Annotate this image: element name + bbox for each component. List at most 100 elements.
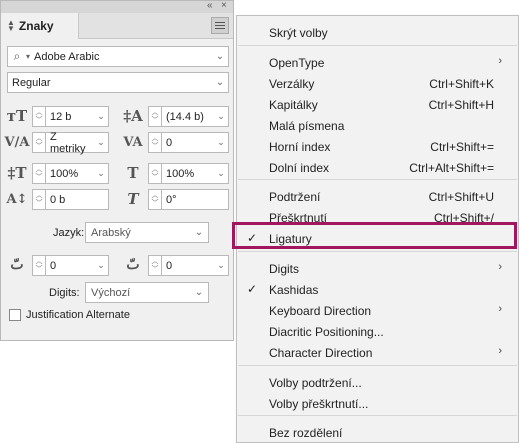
- menu-item-label: Digits: [269, 262, 300, 276]
- menu-item-kapitalky[interactable]: Kapitálky Ctrl+Shift+H: [237, 94, 518, 115]
- menu-item-kashidas[interactable]: ✓ Kashidas: [237, 279, 518, 300]
- chevron-down-icon[interactable]: ⌄: [94, 260, 108, 271]
- menu-item-digits[interactable]: Digits ›: [237, 258, 518, 279]
- chevron-down-icon[interactable]: ⌄: [214, 260, 228, 271]
- checkmark-icon: ✓: [247, 282, 258, 296]
- menu-item-shortcut: Ctrl+Shift+H: [428, 98, 494, 112]
- search-icon: ⌕: [13, 49, 21, 63]
- font-family-value: Adobe Arabic: [34, 50, 100, 63]
- menu-item-podtrzeni[interactable]: Podtržení Ctrl+Shift+U: [237, 186, 518, 207]
- panel-menu-button[interactable]: [211, 17, 229, 34]
- menu-separator: [238, 415, 517, 416]
- chevron-down-icon: ⌄: [194, 287, 204, 298]
- menu-item-label: Diacritic Positioning...: [269, 325, 384, 339]
- chevron-right-icon: ›: [498, 55, 502, 67]
- font-family-field[interactable]: ⌕ ▾ Adobe Arabic ⌄: [7, 46, 229, 67]
- menu-item-bez-rozdeleni[interactable]: Bez rozdělení: [237, 422, 518, 443]
- menu-item-skryt-volby[interactable]: Skrýt volby: [237, 22, 518, 43]
- font-size-stepper[interactable]: ︿ ﹀: [32, 106, 45, 127]
- panel-title: Znaky: [18, 19, 54, 33]
- chevron-down-icon[interactable]: ⌄: [94, 168, 108, 179]
- diacritic-x-value: 0: [50, 259, 57, 272]
- menu-item-label: Verzálky: [269, 77, 315, 91]
- menu-item-label: Kashidas: [269, 283, 319, 297]
- diacritic-y-stepper[interactable]: ︿ ﹀: [148, 255, 161, 276]
- tracking-field[interactable]: 0 ⌄: [161, 132, 229, 153]
- digits-label: Digits:: [49, 287, 80, 299]
- menu-item-label: Dolní index: [269, 161, 330, 175]
- horizontal-scale-stepper[interactable]: ︿ ﹀: [148, 163, 161, 184]
- menu-item-label: Kapitálky: [269, 98, 318, 112]
- menu-item-diacritic-positioning[interactable]: Diacritic Positioning...: [237, 321, 518, 342]
- horizontal-scale-icon: T: [127, 164, 139, 182]
- chevron-down-icon[interactable]: ⌄: [94, 137, 108, 148]
- menu-item-label: Bez rozdělení: [269, 426, 343, 440]
- digits-dropdown[interactable]: Výchozí ⌄: [85, 282, 209, 303]
- chevron-down-icon[interactable]: ⌄: [212, 77, 228, 88]
- menu-item-label: Keyboard Direction: [269, 304, 372, 318]
- baseline-shift-stepper[interactable]: ︿ ﹀: [32, 189, 45, 210]
- diacritic-x-stepper[interactable]: ︿ ﹀: [32, 255, 45, 276]
- font-style-field[interactable]: Regular ⌄: [7, 72, 229, 93]
- panel-header: ▲ ▼ Znaky: [1, 13, 233, 39]
- tracking-stepper[interactable]: ︿ ﹀: [148, 132, 161, 153]
- skew-icon: T: [127, 190, 139, 208]
- menu-item-label: Horní index: [269, 140, 331, 154]
- skew-stepper[interactable]: ︿ ﹀: [148, 189, 161, 210]
- vertical-scale-icon: ‡T: [7, 164, 27, 182]
- menu-item-mala-pismena[interactable]: Malá písmena: [237, 115, 518, 136]
- menu-item-dolni-index[interactable]: Dolní index Ctrl+Alt+Shift+=: [237, 157, 518, 178]
- menu-separator: [238, 179, 517, 180]
- diacritic-y-field[interactable]: 0 ⌄: [161, 255, 229, 276]
- chevron-down-icon[interactable]: ⌄: [214, 168, 228, 179]
- kerning-value: Z metriky: [50, 130, 86, 155]
- kerning-stepper[interactable]: ︿ ﹀: [32, 132, 45, 153]
- menu-separator: [238, 45, 517, 46]
- menu-item-character-direction[interactable]: Character Direction ›: [237, 342, 518, 363]
- kerning-icon: V/A: [4, 134, 30, 150]
- collapse-icon[interactable]: «: [207, 0, 213, 12]
- baseline-shift-field[interactable]: 0 b: [45, 189, 109, 210]
- horizontal-scale-field[interactable]: 100% ⌄: [161, 163, 229, 184]
- menu-item-volby-podtrzeni[interactable]: Volby podtržení...: [237, 372, 518, 393]
- kerning-field[interactable]: Z metriky ⌄: [45, 130, 109, 155]
- menu-item-horni-index[interactable]: Horní index Ctrl+Shift+=: [237, 136, 518, 157]
- tracking-icon: VA: [123, 134, 143, 150]
- vertical-scale-field[interactable]: 100% ⌄: [45, 163, 109, 184]
- chevron-right-icon: ›: [498, 303, 502, 315]
- leading-icon: ‡A: [123, 107, 143, 125]
- justification-alternate-label: Justification Alternate: [26, 309, 130, 321]
- skew-field[interactable]: 0°: [161, 189, 229, 210]
- language-value: Arabský: [91, 226, 131, 239]
- ligatures-highlight: [232, 222, 517, 249]
- font-size-field[interactable]: 12 b ⌄: [45, 106, 109, 127]
- tab-znaky[interactable]: ▲ ▼ Znaky: [1, 13, 79, 39]
- chevron-down-icon[interactable]: ⌄: [94, 111, 108, 122]
- language-dropdown[interactable]: Arabský ⌄: [85, 222, 209, 243]
- panel-title-bar[interactable]: « ×: [1, 0, 233, 13]
- horizontal-scale-value: 100%: [166, 167, 195, 180]
- chevron-down-icon[interactable]: ⌄: [214, 111, 228, 122]
- menu-item-verzalky[interactable]: Verzálky Ctrl+Shift+K: [237, 73, 518, 94]
- menu-item-label: Character Direction: [269, 346, 373, 360]
- chevron-down-icon[interactable]: ⌄: [212, 51, 228, 62]
- menu-item-label: Malá písmena: [269, 119, 345, 133]
- menu-item-shortcut: Ctrl+Shift+K: [429, 77, 494, 91]
- tracking-value: 0: [166, 136, 173, 149]
- menu-separator: [238, 365, 517, 366]
- diacritic-x-icon: ٮّ: [10, 257, 24, 273]
- menu-item-volby-preskrtnuti[interactable]: Volby přeškrtnutí...: [237, 393, 518, 414]
- menu-item-keyboard-direction[interactable]: Keyboard Direction ›: [237, 300, 518, 321]
- vertical-scale-value: 100%: [50, 167, 79, 180]
- vertical-scale-stepper[interactable]: ︿ ﹀: [32, 163, 45, 184]
- leading-stepper[interactable]: ︿ ﹀: [148, 106, 161, 127]
- justification-alternate-checkbox[interactable]: [9, 309, 21, 321]
- baseline-shift-icon: A↕: [6, 191, 28, 207]
- baseline-shift-value: 0 b: [50, 193, 66, 206]
- chevron-down-icon[interactable]: ⌄: [214, 137, 228, 148]
- close-icon[interactable]: ×: [221, 0, 227, 12]
- menu-item-opentype[interactable]: OpenType ›: [237, 52, 518, 73]
- diacritic-x-field[interactable]: 0 ⌄: [45, 255, 109, 276]
- chevron-right-icon: ›: [498, 261, 502, 273]
- leading-field[interactable]: (14.4 b) ⌄: [161, 106, 229, 127]
